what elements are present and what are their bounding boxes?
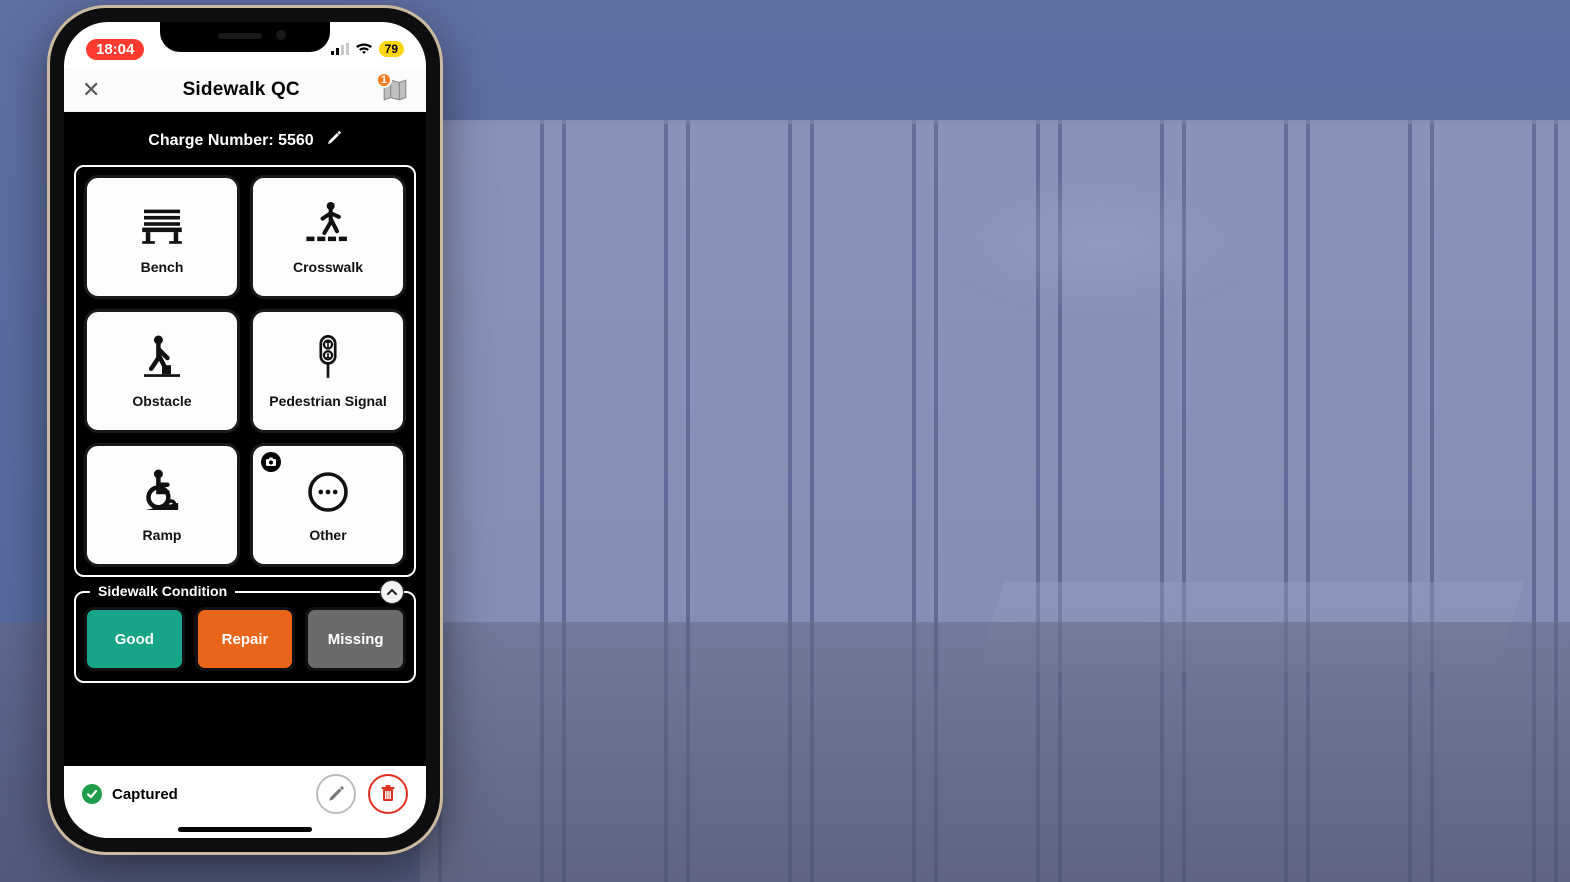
home-indicator[interactable]	[178, 827, 312, 832]
page-title: Sidewalk QC	[183, 79, 300, 101]
map-badge: 1	[376, 72, 392, 88]
camera-icon	[265, 456, 277, 468]
condition-label: Missing	[328, 631, 384, 648]
phone-frame: 18:04 79 ✕ Sidewalk QC 1 Charge Number: …	[50, 8, 440, 852]
status-right: 79	[331, 41, 404, 57]
condition-options: Good Repair Missing	[84, 607, 406, 671]
check-icon	[82, 784, 102, 804]
category-grid: Bench Crosswalk	[74, 165, 416, 577]
tile-label: Other	[309, 527, 346, 543]
captured-label: Captured	[112, 786, 178, 803]
tile-label: Ramp	[143, 527, 182, 543]
tile-label: Obstacle	[132, 393, 191, 409]
main-panel: Charge Number: 5560	[64, 112, 426, 766]
map-button[interactable]: 1	[382, 78, 408, 102]
condition-label: Repair	[222, 631, 269, 648]
tile-ramp[interactable]: Ramp	[84, 443, 240, 567]
tile-other[interactable]: Other	[250, 443, 406, 567]
phone-screen: 18:04 79 ✕ Sidewalk QC 1 Charge Number: …	[64, 22, 426, 838]
cellular-icon	[331, 43, 349, 55]
collapse-button[interactable]	[380, 580, 404, 604]
camera-badge	[261, 452, 281, 472]
chevron-up-icon	[386, 586, 398, 598]
pencil-icon	[327, 785, 345, 803]
pedestrian-signal-icon	[301, 331, 355, 385]
condition-repair[interactable]: Repair	[195, 607, 296, 671]
close-button[interactable]: ✕	[82, 77, 100, 103]
ramp-icon	[135, 465, 189, 519]
pencil-icon	[326, 130, 342, 146]
tile-label: Bench	[141, 259, 184, 275]
condition-title: Sidewalk Condition	[90, 583, 235, 599]
condition-good[interactable]: Good	[84, 607, 185, 671]
footer-actions	[316, 774, 408, 814]
wifi-icon	[355, 43, 373, 55]
other-icon	[301, 465, 355, 519]
phone-notch	[160, 22, 330, 52]
tile-pedestrian-signal[interactable]: Pedestrian Signal	[250, 309, 406, 433]
tile-bench[interactable]: Bench	[84, 175, 240, 299]
charge-number-row: Charge Number: 5560	[74, 124, 416, 165]
tile-crosswalk[interactable]: Crosswalk	[250, 175, 406, 299]
edit-button[interactable]	[316, 774, 356, 814]
delete-button[interactable]	[368, 774, 408, 814]
trash-icon	[379, 785, 397, 803]
status-time: 18:04	[86, 39, 144, 60]
tile-label: Pedestrian Signal	[269, 393, 386, 409]
captured-status: Captured	[82, 784, 178, 804]
condition-section: Sidewalk Condition Good Repair Missing	[74, 591, 416, 683]
crosswalk-icon	[301, 197, 355, 251]
obstacle-icon	[135, 331, 189, 385]
status-battery: 79	[379, 41, 404, 57]
tile-label: Crosswalk	[293, 259, 363, 275]
bench-icon	[135, 197, 189, 251]
edit-charge-button[interactable]	[326, 130, 342, 151]
charge-number-label: Charge Number: 5560	[148, 132, 313, 150]
condition-label: Good	[115, 631, 154, 648]
condition-missing[interactable]: Missing	[305, 607, 406, 671]
app-header: ✕ Sidewalk QC 1	[64, 68, 426, 112]
tile-obstacle[interactable]: Obstacle	[84, 309, 240, 433]
